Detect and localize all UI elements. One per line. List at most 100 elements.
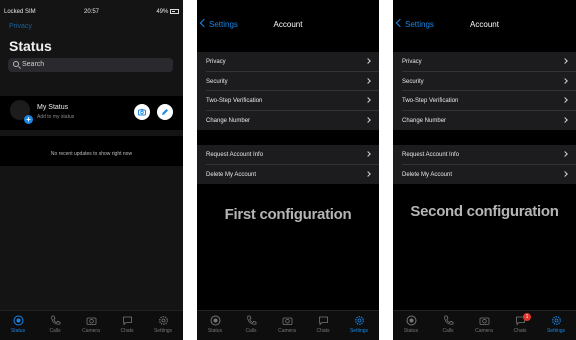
- tab-calls[interactable]: Calls: [40, 315, 70, 334]
- search-placeholder: Search: [22, 61, 45, 68]
- row-label: Request Account Info: [402, 152, 460, 158]
- text-status-button[interactable]: [157, 104, 173, 120]
- tab-label: Status: [207, 328, 223, 334]
- chevron-right-icon: [562, 58, 568, 64]
- row-label: Privacy: [402, 59, 422, 65]
- chevron-right-icon: [562, 77, 568, 84]
- configuration-caption: First configuration: [224, 206, 352, 223]
- camera-icon: [138, 109, 146, 116]
- tab-camera[interactable]: Camera: [469, 315, 499, 334]
- search-input[interactable]: Search: [8, 58, 173, 72]
- tab-label: Status: [403, 328, 419, 334]
- search-icon: [13, 61, 19, 67]
- chevron-right-icon: [365, 58, 371, 64]
- battery-indicator: 49%: [156, 9, 179, 15]
- my-status-row[interactable]: + My Status Add to my status: [0, 96, 183, 130]
- tab-label: Chats: [120, 328, 134, 334]
- row-label: Change Number: [206, 117, 251, 124]
- settings-group: Request Account Info Delete My Account: [393, 145, 576, 184]
- tab-chats[interactable]: 1 Chats: [505, 313, 535, 334]
- status-bar: Locked SIM 20:57 49%: [0, 0, 183, 16]
- chat-icon: [122, 316, 132, 326]
- tab-label: Calls: [245, 328, 257, 334]
- tab-calls[interactable]: Calls: [433, 315, 463, 334]
- row-label: Request Account Info: [206, 152, 264, 158]
- row-two-step[interactable]: Two-Step Verification: [393, 91, 576, 111]
- configuration-caption: Second configuration: [410, 203, 559, 220]
- battery-percent: 49%: [156, 9, 169, 16]
- tab-bar: Status Calls Camera Chats Settings: [197, 310, 379, 340]
- tab-calls[interactable]: Calls: [236, 315, 266, 334]
- my-status-subtitle: Add to my status: [37, 114, 75, 120]
- row-label: Delete My Account: [402, 171, 453, 178]
- settings-group: Request Account Info Delete My Account: [197, 145, 379, 184]
- tab-label: Camera: [278, 328, 296, 334]
- nav-bar: Settings Account: [197, 16, 379, 36]
- tab-status[interactable]: Status: [200, 315, 230, 334]
- tab-settings[interactable]: Settings: [541, 315, 571, 334]
- row-label: Privacy: [206, 59, 226, 65]
- tab-label: Camera: [475, 328, 493, 334]
- tab-label: Camera: [82, 328, 100, 334]
- add-status-icon[interactable]: +: [24, 115, 33, 124]
- tab-label: Status: [10, 328, 26, 334]
- gear-icon: [158, 316, 168, 325]
- row-security[interactable]: Security: [393, 72, 576, 91]
- chat-icon: [318, 316, 328, 326]
- page-title: Account: [470, 20, 499, 29]
- tab-label: Settings: [349, 328, 369, 334]
- settings-group: Privacy Security Two-Step Verification C…: [197, 52, 379, 130]
- row-label: Two-Step Verification: [206, 98, 263, 104]
- row-label: Delete My Account: [206, 171, 257, 178]
- row-label: Security: [206, 78, 228, 85]
- tab-bar: Status Calls Camera 1 Chats Settings: [393, 310, 576, 340]
- row-label: Security: [402, 78, 424, 85]
- row-delete-account[interactable]: Delete My Account: [197, 165, 379, 185]
- privacy-link[interactable]: Privacy: [9, 23, 32, 30]
- tab-label: Calls: [442, 328, 454, 334]
- tab-label: Calls: [49, 328, 61, 334]
- row-privacy[interactable]: Privacy: [393, 52, 576, 72]
- tab-settings[interactable]: Settings: [148, 315, 178, 334]
- chevron-right-icon: [365, 77, 371, 84]
- pencil-icon: [162, 109, 168, 115]
- tab-status[interactable]: Status: [396, 315, 426, 334]
- chevron-right-icon: [562, 97, 568, 103]
- tab-settings[interactable]: Settings: [344, 315, 374, 334]
- camera-icon: [86, 317, 96, 325]
- battery-icon: [170, 9, 179, 14]
- camera-icon: [282, 317, 292, 325]
- tab-status[interactable]: Status: [3, 315, 33, 334]
- tab-label: Chats: [316, 328, 330, 334]
- unread-badge: 1: [523, 313, 531, 321]
- phone-icon: [50, 315, 60, 325]
- tab-camera[interactable]: Camera: [272, 315, 302, 334]
- settings-group: Privacy Security Two-Step Verification C…: [393, 52, 576, 130]
- row-privacy[interactable]: Privacy: [197, 52, 379, 72]
- tab-camera[interactable]: Camera: [76, 315, 106, 334]
- row-change-number[interactable]: Change Number: [393, 111, 576, 131]
- row-request-info[interactable]: Request Account Info: [197, 145, 379, 165]
- gear-icon: [551, 316, 561, 325]
- row-delete-account[interactable]: Delete My Account: [393, 165, 576, 185]
- row-request-info[interactable]: Request Account Info: [393, 145, 576, 165]
- camera-icon: [479, 317, 489, 325]
- chevron-right-icon: [365, 151, 371, 157]
- chevron-right-icon: [365, 116, 371, 123]
- tab-chats[interactable]: Chats: [308, 315, 338, 334]
- tab-label: Settings: [153, 328, 173, 334]
- tab-label: Settings: [546, 328, 566, 334]
- camera-button[interactable]: [134, 104, 150, 120]
- account-screen-second: Settings Account Privacy Security Two-St…: [393, 0, 576, 340]
- row-change-number[interactable]: Change Number: [197, 111, 379, 131]
- row-security[interactable]: Security: [197, 72, 379, 91]
- tab-chats[interactable]: Chats: [112, 315, 142, 334]
- account-screen-first: Settings Account Privacy Security Two-St…: [197, 0, 379, 340]
- nav-bar: Settings Account: [393, 16, 576, 36]
- chevron-right-icon: [562, 170, 568, 177]
- row-label: Two-Step Verification: [402, 98, 459, 104]
- row-two-step[interactable]: Two-Step Verification: [197, 91, 379, 111]
- status-icon: [210, 315, 220, 326]
- chevron-right-icon: [365, 97, 371, 103]
- status-screen: Locked SIM 20:57 49% Privacy Status Sear…: [0, 0, 183, 340]
